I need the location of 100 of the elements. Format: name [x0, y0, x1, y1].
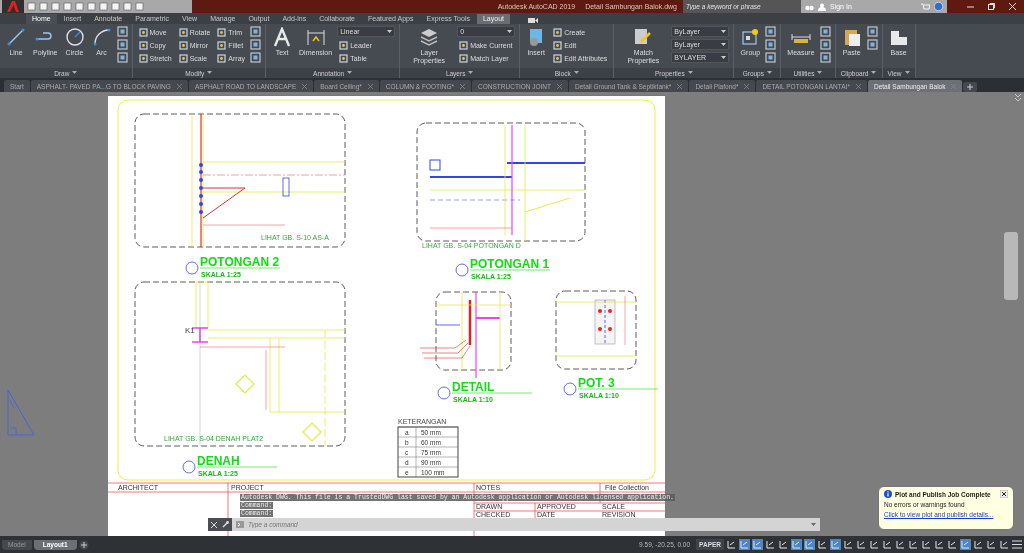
status-toggle-icon[interactable]	[882, 539, 893, 550]
tool-icon	[178, 27, 188, 37]
tool-icon	[459, 53, 469, 63]
status-toggle-icon[interactable]	[999, 539, 1010, 550]
status-toggle-icon[interactable]	[804, 539, 815, 550]
close-icon[interactable]	[1000, 490, 1008, 498]
column-tag: K1	[185, 326, 195, 335]
tool-icon	[138, 40, 148, 50]
new-tab-icon[interactable]	[963, 82, 978, 92]
user-icon	[818, 2, 826, 11]
match-properties-icon	[633, 27, 654, 47]
tool-icon	[553, 27, 563, 37]
caret-icon	[468, 71, 474, 75]
tool-icon	[138, 27, 148, 37]
status-toggle-icon[interactable]	[934, 539, 945, 550]
tool-icon[interactable]	[765, 52, 777, 63]
tool-icon	[178, 53, 188, 63]
status-toggle-icon[interactable]	[947, 539, 958, 550]
caret-icon	[817, 71, 823, 75]
group-icon	[740, 27, 761, 47]
circle-icon	[64, 27, 85, 47]
tool-icon[interactable]	[250, 26, 262, 37]
status-toggle-icon[interactable]	[752, 539, 763, 550]
caret-icon	[573, 71, 579, 75]
tool-icon[interactable]	[116, 26, 128, 37]
caret-icon	[871, 71, 877, 75]
status-toggle-icon[interactable]	[791, 539, 802, 550]
tool-icon[interactable]	[866, 39, 878, 50]
status-toggle-icon[interactable]	[830, 539, 841, 550]
status-toggle-icon[interactable]	[726, 539, 737, 550]
layout-tab-scroll-icon[interactable]	[1014, 93, 1022, 102]
prompt-icon	[236, 521, 244, 528]
info-icon	[884, 490, 892, 498]
caret-icon	[507, 29, 513, 34]
add-layout-icon[interactable]	[78, 539, 89, 550]
layers-stack-icon	[419, 27, 440, 47]
status-toggle-icon[interactable]	[856, 539, 867, 550]
tool-icon[interactable]	[250, 52, 262, 63]
tool-icon	[339, 53, 349, 63]
status-toggle-icon[interactable]	[817, 539, 828, 550]
status-toggle-icon[interactable]	[765, 539, 776, 550]
caret-icon	[767, 71, 772, 75]
minimize-icon[interactable]	[967, 3, 974, 10]
app-logo-icon[interactable]	[2, 0, 24, 13]
caret-icon	[72, 71, 78, 75]
restore-icon[interactable]	[988, 3, 995, 10]
ucs-icon	[7, 389, 35, 436]
view-title: POTONGAN 1	[470, 257, 550, 271]
tool-icon[interactable]	[866, 26, 878, 37]
view-title: POT. 3	[578, 376, 615, 390]
tool-icon[interactable]	[116, 52, 128, 63]
tool-icon[interactable]	[819, 52, 831, 63]
tool-icon[interactable]	[765, 39, 777, 50]
title-bubble-icon	[563, 382, 577, 396]
status-toggle-icon[interactable]	[960, 539, 971, 550]
tool-icon[interactable]	[765, 26, 777, 37]
text-a-icon	[272, 27, 293, 47]
legend-table	[397, 426, 459, 478]
title-bubble-icon	[185, 261, 199, 275]
tool-icon	[178, 40, 188, 50]
view-title: POTONGAN 2	[200, 255, 280, 269]
tool-icon[interactable]	[819, 39, 831, 50]
dimension-icon	[305, 27, 326, 47]
tool-icon	[217, 53, 227, 63]
status-toggle-icon[interactable]	[869, 539, 880, 550]
tool-icon[interactable]	[819, 26, 831, 37]
title-bubble-icon	[437, 386, 451, 400]
caret-icon	[721, 29, 727, 34]
line-icon	[6, 27, 26, 47]
help-icon[interactable]	[934, 2, 943, 11]
tool-icon	[459, 40, 469, 50]
status-toggle-icon[interactable]	[973, 539, 984, 550]
view-title: DETAIL	[452, 380, 495, 394]
tool-icon	[553, 40, 563, 50]
tool-icon	[553, 53, 563, 63]
tool-icon	[138, 53, 148, 63]
caret-icon	[387, 29, 393, 34]
tool-icon	[217, 27, 227, 37]
video-icon[interactable]	[528, 17, 538, 24]
tool-icon	[217, 40, 227, 50]
caret-icon	[721, 42, 727, 47]
menu-icon[interactable]	[1012, 540, 1022, 549]
caret-icon	[687, 71, 693, 75]
caret-icon	[207, 71, 213, 75]
status-toggle-icon[interactable]	[895, 539, 906, 550]
status-toggle-icon[interactable]	[778, 539, 789, 550]
status-toggle-icon[interactable]	[986, 539, 997, 550]
tool-icon[interactable]	[250, 39, 262, 50]
title-bubble-icon	[455, 263, 469, 277]
caret-icon	[721, 55, 727, 60]
tool-icon[interactable]	[116, 39, 128, 50]
tool-icon	[339, 40, 349, 50]
status-toggle-icon[interactable]	[739, 539, 750, 550]
view-title: DENAH	[197, 454, 240, 468]
title-bubble-icon	[182, 460, 196, 474]
caret-icon	[811, 522, 816, 527]
status-toggle-icon[interactable]	[921, 539, 932, 550]
status-toggle-icon[interactable]	[843, 539, 854, 550]
wrench-icon[interactable]	[222, 521, 230, 528]
status-toggle-icon[interactable]	[908, 539, 919, 550]
